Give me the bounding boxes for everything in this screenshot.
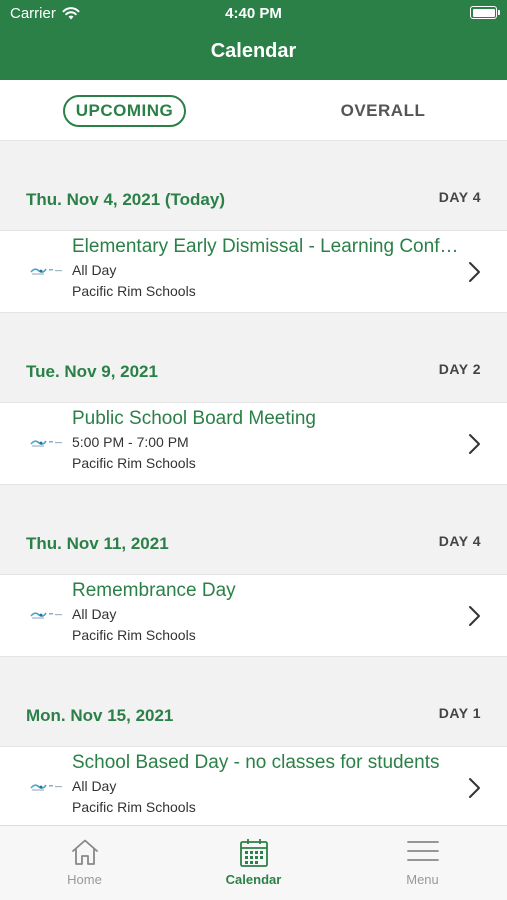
status-time: 4:40 PM	[225, 5, 282, 22]
calendar-icon	[239, 839, 268, 867]
day-header: Thu. Nov 11, 2021 DAY 4	[0, 485, 507, 574]
event-list: Thu. Nov 4, 2021 (Today) DAY 4 Elementar…	[0, 141, 507, 829]
page-title: Calendar	[210, 40, 297, 62]
tab-upcoming[interactable]: UPCOMING	[63, 95, 186, 127]
day-cycle-label: DAY 1	[438, 705, 481, 721]
tab-home[interactable]: Home	[0, 826, 169, 900]
home-icon	[71, 839, 98, 865]
event-time: All Day	[72, 262, 117, 278]
day-header: Tue. Nov 9, 2021 DAY 2	[0, 313, 507, 402]
event-title: Elementary Early Dismissal - Learning Co…	[72, 236, 462, 257]
day-cycle-label: DAY 4	[438, 189, 481, 205]
event-title: School Based Day - no classes for studen…	[72, 752, 440, 773]
day-date: Mon. Nov 15, 2021	[26, 706, 174, 725]
header: Carrier 4:40 PM Calendar	[0, 0, 507, 80]
day-date: Thu. Nov 4, 2021 (Today)	[26, 190, 226, 209]
tab-home-label: Home	[67, 872, 102, 887]
chevron-right-icon	[469, 434, 480, 454]
school-logo-icon	[30, 612, 62, 619]
day-group: Tue. Nov 9, 2021 DAY 2 Public School Boa…	[0, 313, 507, 485]
event-row[interactable]: Elementary Early Dismissal - Learning Co…	[0, 230, 507, 313]
day-header: Thu. Nov 4, 2021 (Today) DAY 4	[0, 141, 507, 230]
segment-control: UPCOMING OVERALL	[0, 80, 507, 141]
school-logo-icon	[30, 784, 62, 791]
event-time: 5:00 PM - 7:00 PM	[72, 434, 189, 450]
event-time: All Day	[72, 606, 117, 622]
tab-menu-label: Menu	[406, 872, 439, 887]
event-row[interactable]: Public School Board Meeting 5:00 PM - 7:…	[0, 402, 507, 485]
day-group: Thu. Nov 4, 2021 (Today) DAY 4 Elementar…	[0, 141, 507, 313]
event-organization: Pacific Rim Schools	[72, 283, 196, 299]
chevron-right-icon	[469, 262, 480, 282]
event-organization: Pacific Rim Schools	[72, 455, 196, 471]
day-date: Tue. Nov 9, 2021	[26, 362, 158, 381]
event-row[interactable]: Remembrance Day All Day Pacific Rim Scho…	[0, 574, 507, 657]
chevron-right-icon	[469, 606, 480, 626]
tab-overall[interactable]: OVERALL	[320, 95, 446, 127]
day-group: Mon. Nov 15, 2021 DAY 1 School Based Day…	[0, 657, 507, 829]
day-cycle-label: DAY 4	[438, 533, 481, 549]
tab-calendar[interactable]: Calendar	[169, 826, 338, 900]
battery-icon	[470, 6, 500, 19]
day-cycle-label: DAY 2	[438, 361, 481, 377]
event-title: Remembrance Day	[72, 580, 236, 601]
tab-calendar-label: Calendar	[225, 872, 282, 887]
school-logo-icon	[30, 268, 62, 275]
chevron-right-icon	[469, 778, 480, 798]
event-title: Public School Board Meeting	[72, 408, 316, 429]
day-date: Thu. Nov 11, 2021	[26, 534, 169, 553]
day-header: Mon. Nov 15, 2021 DAY 1	[0, 657, 507, 746]
tab-bar: Home Calendar Menu	[0, 825, 507, 900]
event-row[interactable]: School Based Day - no classes for studen…	[0, 746, 507, 829]
tab-menu[interactable]: Menu	[338, 826, 507, 900]
status-bar: Carrier 4:40 PM	[0, 0, 507, 28]
menu-icon	[406, 841, 439, 861]
school-logo-icon	[30, 440, 62, 447]
event-organization: Pacific Rim Schools	[72, 627, 196, 643]
event-time: All Day	[72, 778, 117, 794]
event-organization: Pacific Rim Schools	[72, 799, 196, 815]
day-group: Thu. Nov 11, 2021 DAY 4 Remembrance Day …	[0, 485, 507, 657]
